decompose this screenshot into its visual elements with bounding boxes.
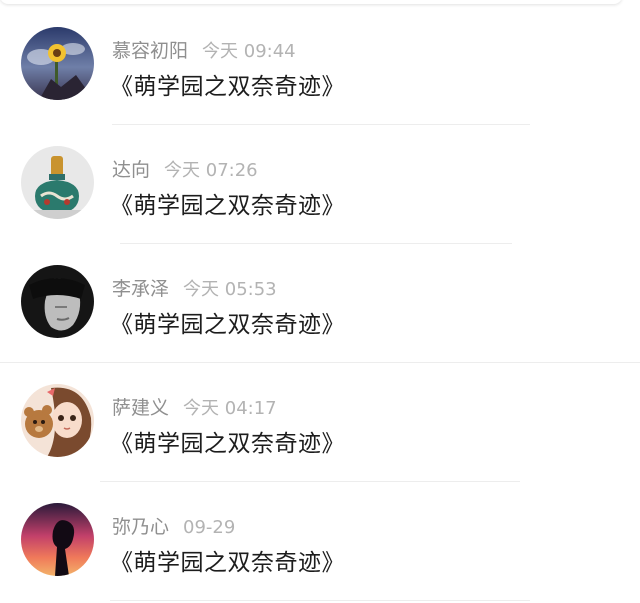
- timestamp: 今天 09:44: [202, 41, 296, 62]
- comment-text: 《萌学园之双奈奇迹》: [110, 431, 345, 457]
- comment-meta: 弥乃心 09-29: [112, 512, 235, 539]
- username[interactable]: 达向: [112, 159, 150, 181]
- username[interactable]: 弥乃心: [112, 516, 169, 538]
- comment-meta: 达向 今天 07:26: [112, 155, 258, 182]
- username[interactable]: 李承泽: [112, 278, 169, 300]
- sunflower-avatar-icon[interactable]: [21, 27, 94, 100]
- comment-item[interactable]: 弥乃心 09-29 《萌学园之双奈奇迹》: [0, 476, 640, 595]
- username[interactable]: 慕容初阳: [112, 40, 188, 62]
- comment-item[interactable]: 李承泽 今天 05:53 《萌学园之双奈奇迹》: [0, 238, 640, 357]
- divider: [110, 600, 530, 601]
- timestamp: 09-29: [183, 517, 236, 538]
- comment-text: 《萌学园之双奈奇迹》: [110, 550, 345, 576]
- comment-text: 《萌学园之双奈奇迹》: [110, 193, 345, 219]
- masked-man-avatar-icon[interactable]: [21, 265, 94, 338]
- comment-meta: 慕容初阳 今天 09:44: [112, 36, 296, 63]
- timestamp: 今天 07:26: [164, 160, 258, 181]
- timestamp: 今天 05:53: [183, 279, 277, 300]
- comment-text: 《萌学园之双奈奇迹》: [110, 312, 345, 338]
- comment-item[interactable]: 萨建义 今天 04:17 《萌学园之双奈奇迹》: [0, 357, 640, 476]
- comment-meta: 李承泽 今天 05:53: [112, 274, 277, 301]
- comment-item[interactable]: 慕容初阳 今天 09:44 《萌学园之双奈奇迹》: [0, 0, 640, 119]
- comment-text: 《萌学园之双奈奇迹》: [110, 74, 345, 100]
- username[interactable]: 萨建义: [112, 397, 169, 419]
- comment-meta: 萨建义 今天 04:17: [112, 393, 277, 420]
- sunset-silhouette-avatar-icon[interactable]: [21, 503, 94, 576]
- comment-item[interactable]: 达向 今天 07:26 《萌学园之双奈奇迹》: [0, 119, 640, 238]
- vase-avatar-icon[interactable]: [21, 146, 94, 219]
- timestamp: 今天 04:17: [183, 398, 277, 419]
- anime-girl-bear-avatar-icon[interactable]: [21, 384, 94, 457]
